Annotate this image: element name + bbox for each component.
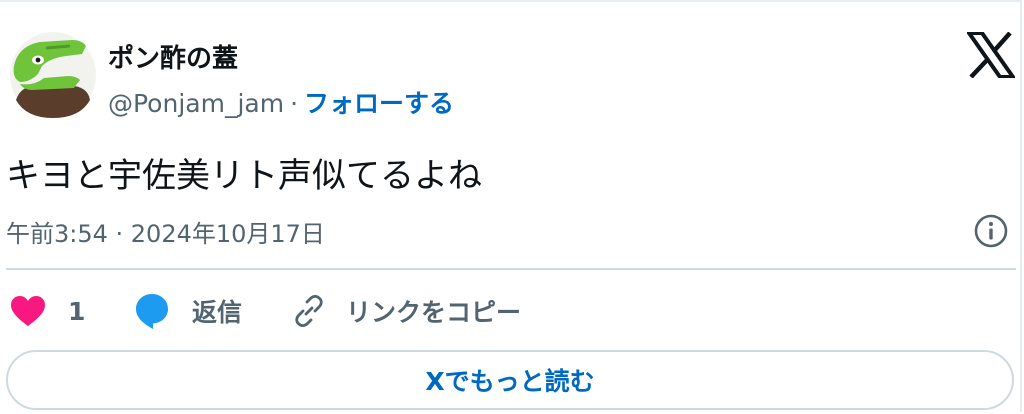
read-more-button[interactable]: Xでもっと読む [6,350,1014,410]
avatar[interactable] [10,32,96,118]
separator-dot: · [290,89,299,118]
author-meta-line: @Ponjam_jam · フォローする [108,84,454,120]
reply-button[interactable]: 返信 [134,288,242,334]
author-display-name[interactable]: ポン酢の蓋 [108,38,238,75]
x-logo-icon[interactable] [967,32,1015,78]
action-bar: 1 返信 リンクをコピー [10,288,1010,334]
copy-link-label: リンクをコピー [346,298,522,327]
link-icon [295,294,323,328]
author-handle[interactable]: @Ponjam_jam [108,89,284,118]
divider [6,268,1016,270]
tweet-text: キヨと宇佐美リト声似てるよね [6,156,482,196]
tweet-timestamp[interactable]: 午前3:54 · 2024年10月17日 [6,214,325,249]
reply-label: 返信 [192,298,243,327]
heart-icon [11,296,45,326]
read-more-label: Xでもっと読む [425,367,595,396]
speech-bubble-icon [136,294,168,329]
tweet-embed-card: ポン酢の蓋 @Ponjam_jam · フォローする キヨと宇佐美リト声似てるよね … [0,0,1022,412]
like-button[interactable]: 1 [10,288,85,334]
copy-link-button[interactable]: リンクをコピー [292,288,521,334]
like-count: 1 [68,296,86,326]
follow-link[interactable]: フォローする [304,89,454,118]
info-icon[interactable] [973,213,1009,249]
